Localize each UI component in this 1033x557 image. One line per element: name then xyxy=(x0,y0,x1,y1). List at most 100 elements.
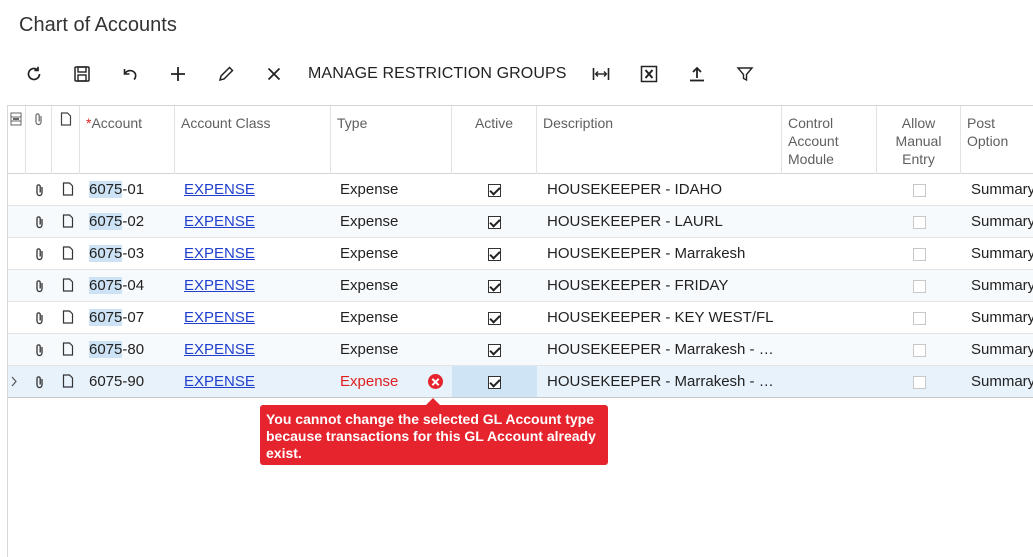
account-class-link[interactable]: EXPENSE xyxy=(184,213,255,230)
note-icon[interactable] xyxy=(62,206,76,237)
account-cell[interactable]: 6075-04 xyxy=(89,270,175,301)
active-checkbox[interactable] xyxy=(488,183,501,197)
description-cell[interactable]: HOUSEKEEPER - FRIDAY xyxy=(547,270,775,301)
account-cell[interactable]: 6075-80 xyxy=(89,334,175,365)
error-icon[interactable] xyxy=(428,374,443,389)
account-cell[interactable]: 6075-02 xyxy=(89,206,175,237)
attachment-icon[interactable] xyxy=(34,270,48,301)
excel-export-icon[interactable] xyxy=(625,58,673,90)
active-cell[interactable] xyxy=(452,302,537,333)
description-cell[interactable]: HOUSEKEEPER - Marrakesh xyxy=(547,238,775,269)
type-cell[interactable]: Expense xyxy=(340,302,420,333)
active-cell[interactable] xyxy=(452,334,537,365)
active-checkbox[interactable] xyxy=(488,375,501,389)
type-cell[interactable]: Expense xyxy=(340,238,420,269)
column-post-option[interactable]: Post Option xyxy=(961,106,1033,174)
description-cell[interactable]: HOUSEKEEPER - IDAHO xyxy=(547,174,775,205)
table-row[interactable]: 6075-90 EXPENSE Expense HOUSEKEEPER - Marra… xyxy=(8,366,1033,398)
post-option-cell[interactable]: Summary xyxy=(971,302,1033,333)
type-cell[interactable]: Expense xyxy=(340,366,420,397)
table-row[interactable]: 6075-01 EXPENSE Expense HOUSEKEEPER - IDAHO… xyxy=(8,174,1033,206)
active-checkbox[interactable] xyxy=(488,215,501,229)
attachment-icon[interactable] xyxy=(34,334,48,365)
active-checkbox[interactable] xyxy=(488,247,501,261)
fit-columns-icon[interactable] xyxy=(577,58,625,90)
note-icon[interactable] xyxy=(62,238,76,269)
account-class-link[interactable]: EXPENSE xyxy=(184,341,255,358)
save-icon[interactable] xyxy=(58,58,106,90)
note-icon[interactable] xyxy=(62,302,76,333)
post-option-cell[interactable]: Summary xyxy=(971,238,1033,269)
post-option-cell[interactable]: Summary xyxy=(971,174,1033,205)
column-account-class[interactable]: Account Class xyxy=(175,106,331,174)
column-description[interactable]: Description xyxy=(537,106,782,174)
post-option-cell[interactable]: Summary xyxy=(971,366,1033,397)
manage-restriction-groups-button[interactable]: MANAGE RESTRICTION GROUPS xyxy=(298,58,577,90)
table-row[interactable]: 6075-02 EXPENSE Expense HOUSEKEEPER - LAURL… xyxy=(8,206,1033,238)
close-icon[interactable] xyxy=(250,58,298,90)
account-class-cell[interactable]: EXPENSE xyxy=(184,270,324,301)
column-config-icon[interactable] xyxy=(8,106,26,174)
account-class-link[interactable]: EXPENSE xyxy=(184,309,255,326)
column-allow-manual-entry[interactable]: Allow Manual Entry xyxy=(877,106,961,174)
note-icon[interactable] xyxy=(62,174,76,205)
active-checkbox[interactable] xyxy=(488,279,501,293)
account-class-cell[interactable]: EXPENSE xyxy=(184,302,324,333)
description-cell[interactable]: HOUSEKEEPER - KEY WEST/FL xyxy=(547,302,775,333)
account-class-cell[interactable]: EXPENSE xyxy=(184,174,324,205)
account-class-link[interactable]: EXPENSE xyxy=(184,181,255,198)
post-option-cell[interactable]: Summary xyxy=(971,270,1033,301)
note-icon[interactable] xyxy=(62,334,76,365)
note-icon[interactable] xyxy=(62,270,76,301)
column-active[interactable]: Active xyxy=(452,106,537,174)
column-control-account-module[interactable]: Control Account Module xyxy=(782,106,877,174)
active-cell[interactable] xyxy=(452,238,537,269)
active-checkbox[interactable] xyxy=(488,311,501,325)
description-cell[interactable]: HOUSEKEEPER - LAURL xyxy=(547,206,775,237)
attachment-icon[interactable] xyxy=(34,206,48,237)
account-cell[interactable]: 6075-03 xyxy=(89,238,175,269)
account-class-link[interactable]: EXPENSE xyxy=(184,373,255,390)
active-cell[interactable] xyxy=(452,174,537,205)
type-cell[interactable]: Expense xyxy=(340,270,420,301)
attachment-icon[interactable] xyxy=(34,366,48,397)
plus-icon[interactable] xyxy=(154,58,202,90)
filter-icon[interactable] xyxy=(721,58,769,90)
type-cell[interactable]: Expense xyxy=(340,206,420,237)
account-class-cell[interactable]: EXPENSE xyxy=(184,238,324,269)
type-cell[interactable]: Expense xyxy=(340,334,420,365)
refresh-icon[interactable] xyxy=(10,58,58,90)
active-checkbox[interactable] xyxy=(488,343,501,357)
table-row[interactable]: 6075-03 EXPENSE Expense HOUSEKEEPER - Marra… xyxy=(8,238,1033,270)
undo-icon[interactable] xyxy=(106,58,154,90)
account-cell[interactable]: 6075-90 xyxy=(89,366,175,397)
column-control-account-line3: Module xyxy=(788,151,834,167)
account-class-cell[interactable]: EXPENSE xyxy=(184,366,324,397)
attachment-icon[interactable] xyxy=(34,238,48,269)
active-cell[interactable] xyxy=(452,366,537,397)
active-cell[interactable] xyxy=(452,270,537,301)
account-class-link[interactable]: EXPENSE xyxy=(184,245,255,262)
attachment-icon[interactable] xyxy=(34,302,48,333)
account-class-cell[interactable]: EXPENSE xyxy=(184,334,324,365)
account-value: -80 xyxy=(122,341,145,358)
table-row[interactable]: 6075-07 EXPENSE Expense HOUSEKEEPER - KEY W… xyxy=(8,302,1033,334)
account-class-link[interactable]: EXPENSE xyxy=(184,277,255,294)
upload-icon[interactable] xyxy=(673,58,721,90)
active-cell[interactable] xyxy=(452,206,537,237)
type-cell[interactable]: Expense xyxy=(340,174,420,205)
post-option-cell[interactable]: Summary xyxy=(971,206,1033,237)
table-row[interactable]: 6075-04 EXPENSE Expense HOUSEKEEPER - FRIDA… xyxy=(8,270,1033,302)
column-account[interactable]: *Account xyxy=(80,106,175,174)
column-type[interactable]: Type xyxy=(331,106,452,174)
description-cell[interactable]: HOUSEKEEPER - Marrakesh - … xyxy=(547,366,775,397)
table-row[interactable]: 6075-80 EXPENSE Expense HOUSEKEEPER - Marra… xyxy=(8,334,1033,366)
note-icon[interactable] xyxy=(62,366,76,397)
account-cell[interactable]: 6075-01 xyxy=(89,174,175,205)
account-class-cell[interactable]: EXPENSE xyxy=(184,206,324,237)
post-option-cell[interactable]: Summary xyxy=(971,334,1033,365)
description-cell[interactable]: HOUSEKEEPER - Marrakesh - … xyxy=(547,334,775,365)
account-cell[interactable]: 6075-07 xyxy=(89,302,175,333)
pencil-icon[interactable] xyxy=(202,58,250,90)
attachment-icon[interactable] xyxy=(34,174,48,205)
